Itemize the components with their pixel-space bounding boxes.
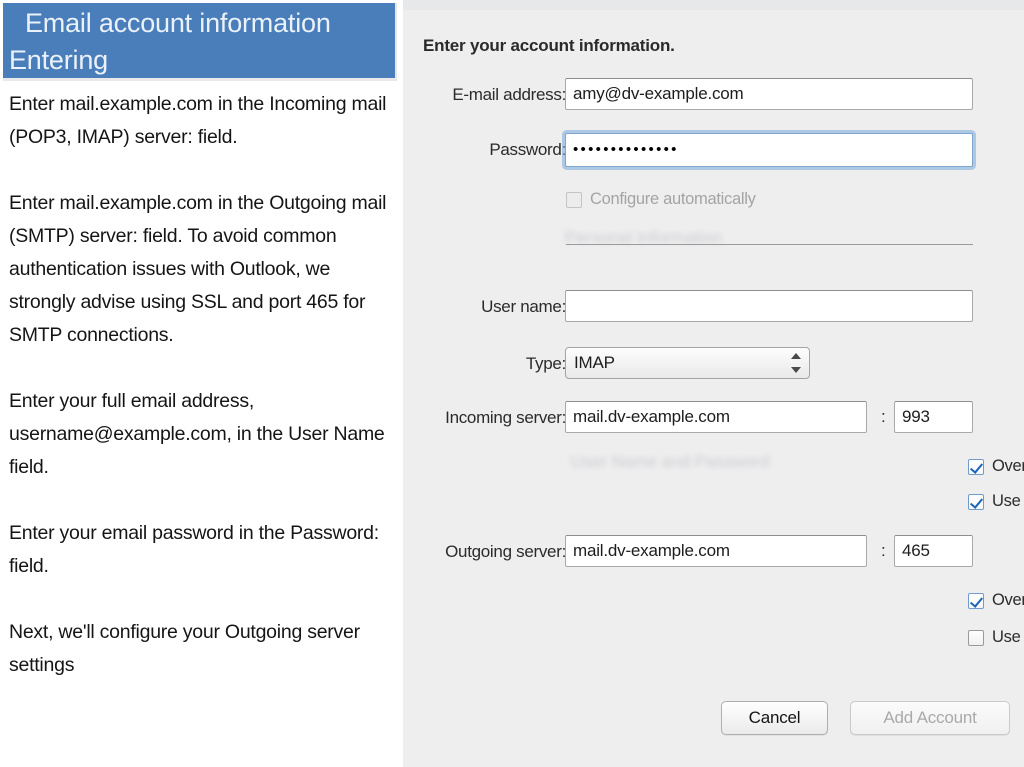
slide-title-line-1: Email account information [25, 8, 331, 38]
account-type-row: Type: IMAP [403, 347, 1024, 381]
user-name-input[interactable] [565, 290, 973, 322]
incoming-server-label: Incoming server: [445, 408, 566, 427]
instruction-paragraph-3: Enter your full email address, username@… [9, 390, 385, 478]
password-label: Password: [489, 140, 566, 159]
instructions-panel: Email account information Entering Enter… [0, 0, 402, 767]
account-type-value: IMAP [574, 353, 615, 372]
outgoing-override-port-label: Override default port [992, 591, 1024, 609]
user-name-label: User name: [481, 297, 566, 316]
incoming-override-port-label: Override default port [992, 457, 1024, 475]
section-divider [566, 244, 973, 245]
outgoing-override-port-checkbox[interactable] [968, 592, 984, 609]
outgoing-use-ssl-checkbox[interactable] [968, 629, 984, 646]
incoming-override-port-row[interactable]: Override default port [968, 457, 1024, 476]
email-address-input[interactable]: amy@dv-example.com [565, 78, 973, 110]
incoming-override-port-checkbox[interactable] [968, 458, 984, 475]
incoming-use-ssl-label: Use SSL to connect (recommended) [992, 492, 1024, 510]
configure-automatically-label: Configure automatically [590, 190, 756, 208]
stepper-arrows-icon[interactable] [791, 352, 801, 374]
incoming-server-colon: : [881, 407, 886, 426]
email-address-label: E-mail address: [452, 85, 566, 104]
outgoing-server-row: Outgoing server: mail.dv-example.com : 4… [403, 535, 1024, 569]
user-name-row: User name: [403, 290, 1024, 324]
incoming-server-row: Incoming server: mail.dv-example.com : 9… [403, 401, 1024, 435]
outgoing-port-input[interactable]: 465 [894, 535, 973, 567]
configure-automatically-checkbox[interactable] [566, 191, 582, 208]
outgoing-use-ssl-row[interactable]: Use SSL to connect (recommended) [968, 628, 1024, 647]
chevron-up-icon [791, 353, 801, 359]
add-account-button[interactable]: Add Account [850, 701, 1010, 735]
password-input[interactable]: •••••••••••••• [565, 133, 973, 167]
ghost-label-user-name-and-password: User Name and Password [571, 452, 770, 471]
slide-title-banner: Email account information Entering [3, 3, 397, 81]
dialog-heading: Enter your account information. [423, 36, 675, 55]
password-row: Password: •••••••••••••• [403, 133, 1024, 167]
instructions-body: Enter mail.example.com in the Incoming m… [9, 88, 401, 682]
account-setup-dialog: Personal Information User Name and Passw… [403, 0, 1024, 767]
incoming-use-ssl-checkbox[interactable] [968, 493, 984, 510]
instruction-paragraph-4: Enter your email password in the Passwor… [9, 522, 379, 577]
slide-root: Email account information Entering Enter… [0, 0, 1024, 767]
outgoing-server-colon: : [881, 541, 886, 560]
incoming-use-ssl-row[interactable]: Use SSL to connect (recommended) [968, 492, 1024, 511]
ghost-label-personal-information: Personal Information [565, 228, 722, 247]
instruction-paragraph-5: Next, we'll configure your Outgoing serv… [9, 621, 360, 676]
incoming-port-input[interactable]: 993 [894, 401, 973, 433]
account-type-label: Type: [525, 354, 566, 373]
account-type-select[interactable]: IMAP [565, 347, 810, 379]
chevron-down-icon [791, 367, 801, 373]
email-address-row: E-mail address: amy@dv-example.com [403, 78, 1024, 112]
incoming-server-input[interactable]: mail.dv-example.com [565, 401, 867, 433]
slide-title-line-2: Entering [9, 45, 108, 75]
instruction-paragraph-2: Enter mail.example.com in the Outgoing m… [9, 192, 387, 346]
outgoing-override-port-row[interactable]: Override default port [968, 591, 1024, 610]
cancel-button[interactable]: Cancel [721, 701, 828, 735]
configure-automatically-checkbox-row[interactable]: Configure automatically [566, 190, 756, 209]
outgoing-use-ssl-label: Use SSL to connect (recommended) [992, 628, 1024, 646]
outgoing-server-label: Outgoing server: [445, 542, 566, 561]
instruction-paragraph-1: Enter mail.example.com in the Incoming m… [9, 93, 387, 148]
outgoing-server-input[interactable]: mail.dv-example.com [565, 535, 867, 567]
